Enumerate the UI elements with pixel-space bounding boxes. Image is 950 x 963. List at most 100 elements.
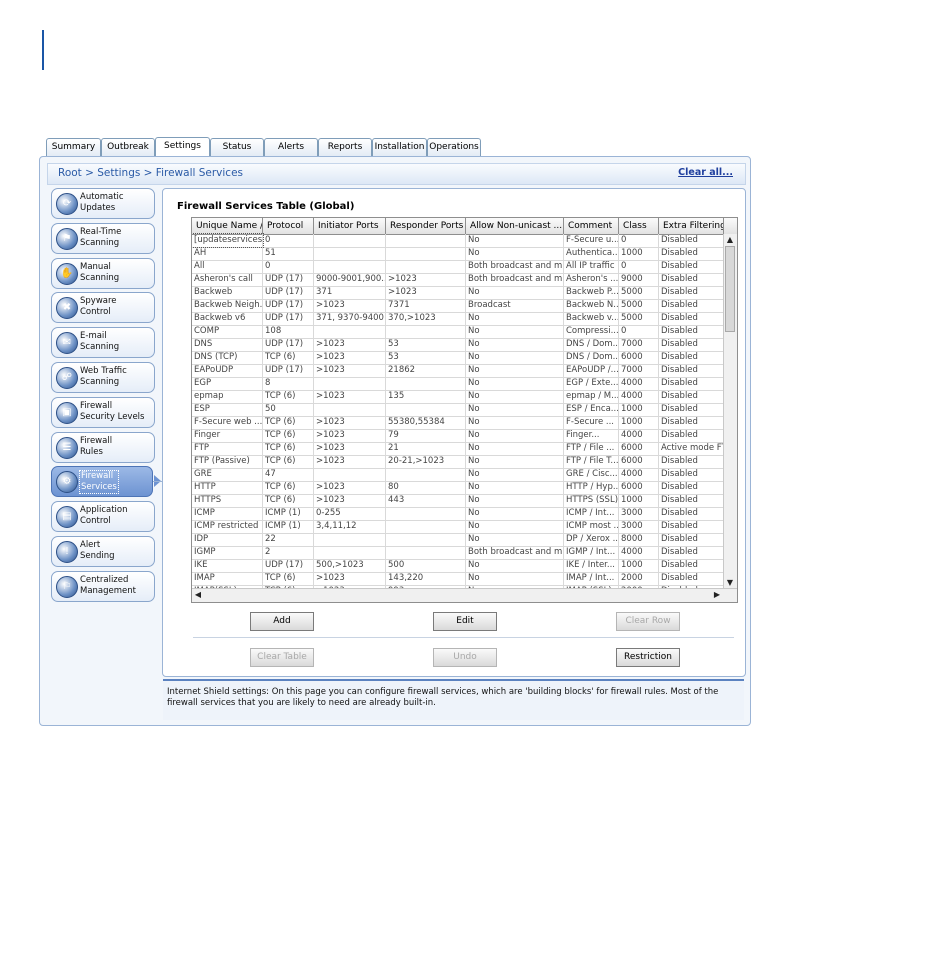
table-cell: >1023 <box>314 390 386 403</box>
tab-alerts[interactable]: Alerts <box>264 138 318 156</box>
column-header[interactable]: Comment <box>564 218 619 234</box>
table-row[interactable]: DNS (TCP) TCP (6) >1023 53 No DNS / Dom... 600… <box>192 351 724 365</box>
sidebar-item-automatic-updates[interactable]: ⟳ Automatic Updates <box>51 188 155 219</box>
table-cell: Authentica... <box>566 247 619 260</box>
column-header[interactable]: Extra Filtering <box>659 218 724 234</box>
table-cell: 8 <box>263 377 314 390</box>
table-row[interactable]: HTTP TCP (6) >1023 80 No HTTP / Hyp... 6000 Dis… <box>192 481 724 495</box>
table-row[interactable]: IDP 22 No DP / Xerox ... 8000 Disabled <box>192 533 724 547</box>
table-cell: 370,>1023 <box>386 312 466 325</box>
table-row[interactable]: ICMP restricted ICMP (1) 3,4,11,12 No ICMP m… <box>192 520 724 534</box>
table-row[interactable]: FTP TCP (6) >1023 21 No FTP / File ... 6000 Act… <box>192 442 724 456</box>
table-cell: TCP (6) <box>263 494 314 507</box>
table-cell: F-Secure u... <box>566 234 619 247</box>
table-row[interactable]: Finger TCP (6) >1023 79 No Finger... 4000 Disab… <box>192 429 724 443</box>
table-cell: >1023 <box>386 273 466 286</box>
tab-status[interactable]: Status <box>210 138 264 156</box>
table-row[interactable]: All 0 Both broadcast and m... All IP traffi… <box>192 260 724 274</box>
table-cell: No <box>466 234 564 247</box>
sidebar-item-e-mail-scanning[interactable]: ✉ E-mail Scanning <box>51 327 155 358</box>
undo-button[interactable]: Undo <box>433 648 497 667</box>
tab-installation[interactable]: Installation <box>372 138 427 156</box>
table-row[interactable]: IMAP TCP (6) >1023 143,220 No IMAP / Int... 20… <box>192 572 724 586</box>
firewall-services-table[interactable]: Unique Name / Protocol Initiator Ports Resp… <box>191 217 738 603</box>
sidebar-item-spyware-control[interactable]: ✖ Spyware Control <box>51 292 155 323</box>
edit-button[interactable]: Edit <box>433 612 497 631</box>
tab-reports[interactable]: Reports <box>318 138 372 156</box>
column-header[interactable]: Class <box>619 218 659 234</box>
tab-settings[interactable]: Settings <box>155 137 210 157</box>
clear-row-button[interactable]: Clear Row <box>616 612 680 631</box>
restriction-button[interactable]: Restriction <box>616 648 680 667</box>
table-row[interactable]: [updateservices] 0 No F-Secure u... 0 Disable… <box>192 233 724 248</box>
horizontal-scrollbar[interactable]: ◀ ▶ <box>192 588 737 602</box>
table-row[interactable]: epmap TCP (6) >1023 135 No epmap / M... 4000 Di… <box>192 390 724 404</box>
table-cell: COMP <box>192 325 263 338</box>
table-cell: 50 <box>263 403 314 416</box>
table-cell: Disabled <box>659 533 724 546</box>
table-cell: TCP (6) <box>263 572 314 585</box>
table-row[interactable]: ESP 50 No ESP / Enca... 1000 Disabled <box>192 403 724 417</box>
table-row[interactable]: EGP 8 No EGP / Exte... 4000 Disabled <box>192 377 724 391</box>
table-row[interactable]: IGMP 2 Both broadcast and m... IGMP / Int..… <box>192 546 724 560</box>
table-row[interactable]: F-Secure web ... TCP (6) >1023 55380,55384 N… <box>192 416 724 430</box>
table-cell: EGP <box>192 377 263 390</box>
tab-summary[interactable]: Summary <box>46 138 101 156</box>
table-row[interactable]: GRE 47 No GRE / Cisc... 4000 Disabled <box>192 468 724 482</box>
table-cell: IMAP <box>192 572 263 585</box>
sidebar-item-centralized-management[interactable]: ⚐ Centralized Management <box>51 571 155 602</box>
table-cell: [updateservices] <box>192 233 264 248</box>
scroll-up-icon[interactable]: ▲ <box>724 234 736 246</box>
table-row[interactable]: AH 51 No Authentica... 1000 Disabled <box>192 247 724 261</box>
tab-outbreak[interactable]: Outbreak <box>101 138 155 156</box>
table-cell: 4000 <box>619 390 659 403</box>
sidebar-item-firewall-services[interactable]: ⚙ Firewall Services <box>51 466 161 497</box>
table-row[interactable]: Asheron's call UDP (17) 9000-9001,900... >1… <box>192 273 724 287</box>
table-row[interactable]: HTTPS TCP (6) >1023 443 No HTTPS (SSL) 1000 Dis… <box>192 494 724 508</box>
column-header[interactable]: Allow Non-unicast ... <box>466 218 564 234</box>
column-header[interactable]: Responder Ports <box>386 218 466 234</box>
table-row[interactable]: FTP (Passive) TCP (6) >1023 20-21,>1023 No FT… <box>192 455 724 469</box>
column-header[interactable]: Initiator Ports <box>314 218 386 234</box>
sidebar-item-web-traffic-scanning[interactable]: ☍ Web Traffic Scanning <box>51 362 155 393</box>
table-cell <box>386 507 466 520</box>
sidebar-item-firewall-rules[interactable]: ☰ Firewall Rules <box>51 432 155 463</box>
table-cell: 5000 <box>619 286 659 299</box>
sidebar-item-label: E-mail Scanning <box>80 331 120 352</box>
add-button[interactable]: Add <box>250 612 314 631</box>
clear-all-link[interactable]: Clear all... <box>678 167 733 178</box>
sidebar-item-manual-scanning[interactable]: ✋ Manual Scanning <box>51 258 155 289</box>
sidebar-item-alert-sending[interactable]: ! Alert Sending <box>51 536 155 567</box>
vertical-scrollbar[interactable]: ▲ ▼ <box>723 234 737 589</box>
sidebar-item-firewall-security-levels[interactable]: ▣ Firewall Security Levels <box>51 397 155 428</box>
table-row[interactable]: IKE UDP (17) 500,>1023 500 No IKE / Inter... 1… <box>192 559 724 573</box>
column-header[interactable]: Protocol <box>263 218 314 234</box>
clear-table-button[interactable]: Clear Table <box>250 648 314 667</box>
table-cell: 371 <box>314 286 386 299</box>
table-row[interactable]: COMP 108 No Compressi... 0 Disabled <box>192 325 724 339</box>
table-row[interactable]: Backweb v6 UDP (17) 371, 9370-9400 370,>102… <box>192 312 724 326</box>
table-row[interactable]: DNS UDP (17) >1023 53 No DNS / Dom... 7000 Disa… <box>192 338 724 352</box>
sidebar-item-application-control[interactable]: ▤ Application Control <box>51 501 155 532</box>
table-row[interactable]: ICMP ICMP (1) 0-255 No ICMP / Int... 3000 Disa… <box>192 507 724 521</box>
table-cell: No <box>466 494 564 507</box>
table-row[interactable]: EAPoUDP UDP (17) >1023 21862 No EAPoUDP /... 7… <box>192 364 724 378</box>
table-row[interactable]: Backweb UDP (17) 371 >1023 No Backweb P... 500… <box>192 286 724 300</box>
table-cell: ICMP <box>192 507 263 520</box>
table-row[interactable]: Backweb Neigh... UDP (17) >1023 7371 Broadca… <box>192 299 724 313</box>
scroll-left-icon[interactable]: ◀ <box>192 589 204 601</box>
firewall-services-icon: ⚙ <box>56 471 78 493</box>
breadcrumb[interactable]: Root > Settings > Firewall Services <box>58 167 243 179</box>
table-cell: HTTP <box>192 481 263 494</box>
column-header[interactable]: Unique Name / <box>192 218 263 234</box>
scroll-thumb[interactable] <box>725 246 735 332</box>
tab-operations[interactable]: Operations <box>427 138 481 156</box>
table-cell: Both broadcast and m... <box>468 260 564 273</box>
table-cell: No <box>466 468 564 481</box>
table-cell: No <box>466 312 564 325</box>
table-cell: Backweb <box>192 286 263 299</box>
scroll-right-icon[interactable]: ▶ <box>711 589 723 601</box>
sidebar-item-real-time-scanning[interactable]: ⚑ Real-Time Scanning <box>51 223 155 254</box>
table-cell: Disabled <box>659 286 724 299</box>
table-cell: >1023 <box>314 494 386 507</box>
